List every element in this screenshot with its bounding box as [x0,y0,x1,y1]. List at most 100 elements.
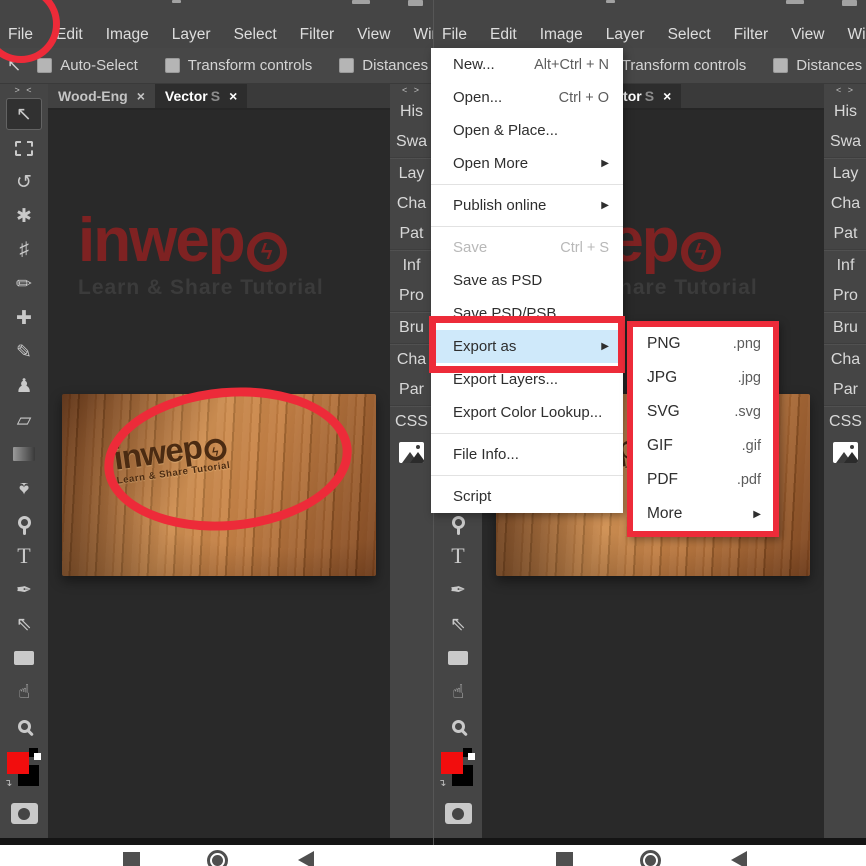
move-tool[interactable]: ↖ [6,98,42,130]
back-button[interactable] [298,851,314,866]
menu-layer[interactable]: Layer [606,26,657,44]
menu-file[interactable]: File [8,26,45,44]
toolbar-collapse-button[interactable]: > < [14,85,33,96]
eraser-tool[interactable]: ▱ [6,404,42,436]
panel-paragraph[interactable]: Par [399,375,424,405]
panel-brush[interactable]: Bru [833,313,858,343]
menu-file[interactable]: File [442,26,479,44]
zoom-tool[interactable] [6,710,42,742]
path-select-tool[interactable]: ⇖ [440,608,476,640]
pen-tool[interactable]: ✒ [440,574,476,606]
lasso-tool[interactable]: ↺ [6,166,42,198]
menu-window[interactable]: Windo [847,26,866,44]
menu-select[interactable]: Select [668,26,723,44]
panel-layers[interactable]: Lay [833,159,859,189]
swap-colors-icon[interactable]: ↴ [4,778,12,789]
menu-item-open-more[interactable]: Open More ▶ [431,147,623,180]
submenu-item-pdf[interactable]: PDF .pdf [633,463,773,497]
distances-option[interactable]: Distances [773,57,862,74]
path-select-tool[interactable]: ⇖ [6,608,42,640]
menu-edit[interactable]: Edit [56,26,95,44]
dodge-tool[interactable] [6,506,42,538]
distances-checkbox[interactable] [773,58,789,73]
menu-layer[interactable]: Layer [172,26,223,44]
close-icon[interactable]: × [663,88,671,104]
tab-wood-eng[interactable]: Wood-Eng × [48,84,155,108]
submenu-item-more[interactable]: More ▶ [633,497,773,531]
color-swatches[interactable]: ↴ [438,748,478,796]
auto-select-option[interactable]: Auto-Select [37,57,138,74]
panel-properties[interactable]: Pro [399,281,424,311]
default-colors-icon[interactable] [468,753,475,760]
panel-history[interactable]: His [834,97,857,127]
menu-item-script[interactable]: Script [431,480,623,513]
menu-item-file-info[interactable]: File Info... [431,438,623,471]
submenu-item-jpg[interactable]: JPG .jpg [633,361,773,395]
panel-swatches[interactable]: Swa [830,127,861,157]
type-tool[interactable]: T [6,540,42,572]
menu-item-open-place[interactable]: Open & Place... [431,114,623,147]
home-button[interactable] [207,850,228,866]
healing-tool[interactable]: ✚ [6,302,42,334]
menu-view[interactable]: View [791,26,836,44]
canvas[interactable]: inwepϟ Learn & Share Tutorial inwepϟ Lea… [48,110,390,838]
submenu-item-gif[interactable]: GIF .gif [633,429,773,463]
submenu-item-svg[interactable]: SVG .svg [633,395,773,429]
image-thumbnail-icon[interactable] [399,442,424,463]
marquee-tool[interactable] [6,132,42,164]
eyedropper-tool[interactable]: ✏ [6,268,42,300]
menu-window[interactable]: Windo [413,26,433,44]
transform-controls-checkbox[interactable] [164,58,180,73]
menu-view[interactable]: View [357,26,402,44]
panel-collapse-button[interactable]: < > [402,84,421,97]
distances-option[interactable]: Distances [339,57,428,74]
menu-item-save-psd-psb[interactable]: Save PSD/PSB... [431,297,623,330]
menu-item-open[interactable]: Open... Ctrl + O [431,81,623,114]
gradient-tool[interactable] [6,438,42,470]
crop-tool[interactable]: ♯ [6,234,42,266]
panel-layers[interactable]: Lay [399,159,425,189]
panel-info[interactable]: Inf [837,251,855,281]
panel-paths[interactable]: Pat [833,219,857,249]
type-tool[interactable]: T [440,540,476,572]
foreground-color-swatch[interactable] [7,752,29,774]
shape-tool[interactable] [6,642,42,674]
zoom-tool[interactable] [440,710,476,742]
panel-channels[interactable]: Cha [397,189,426,219]
shape-tool[interactable] [440,642,476,674]
panel-brush[interactable]: Bru [399,313,424,343]
panel-character[interactable]: Cha [397,345,426,375]
close-icon[interactable]: × [229,88,237,104]
menu-select[interactable]: Select [234,26,289,44]
menu-item-export-color-lookup[interactable]: Export Color Lookup... [431,396,623,429]
panel-swatches[interactable]: Swa [396,127,427,157]
recents-button[interactable] [123,852,140,866]
panel-paths[interactable]: Pat [399,219,423,249]
home-button[interactable] [640,850,661,866]
menu-item-export-as[interactable]: Export as ▶ [431,330,623,363]
color-swatches[interactable]: ↴ [4,748,44,796]
menu-filter[interactable]: Filter [734,26,780,44]
panel-channels[interactable]: Cha [831,189,860,219]
blur-tool[interactable]: ♠ [6,472,42,504]
pen-tool[interactable]: ✒ [6,574,42,606]
image-thumbnail-icon[interactable] [833,442,858,463]
panel-info[interactable]: Inf [403,251,421,281]
recents-button[interactable] [556,852,573,866]
swap-colors-icon[interactable]: ↴ [438,778,446,789]
foreground-color-swatch[interactable] [441,752,463,774]
submenu-item-png[interactable]: PNG .png [633,327,773,361]
menu-edit[interactable]: Edit [490,26,529,44]
brush-tool[interactable]: ✎ [6,336,42,368]
panel-character[interactable]: Cha [831,345,860,375]
menu-item-publish-online[interactable]: Publish online ▶ [431,189,623,222]
auto-select-checkbox[interactable] [37,58,53,73]
panel-css[interactable]: CSS [395,407,428,437]
menu-item-export-layers[interactable]: Export Layers... [431,363,623,396]
hand-tool[interactable]: ☝ [6,676,42,708]
transform-controls-option[interactable]: Transform controls [164,57,312,74]
default-colors-icon[interactable] [34,753,41,760]
quick-mask-button[interactable] [10,803,38,824]
menu-image[interactable]: Image [106,26,161,44]
panel-collapse-button[interactable]: < > [836,84,855,97]
